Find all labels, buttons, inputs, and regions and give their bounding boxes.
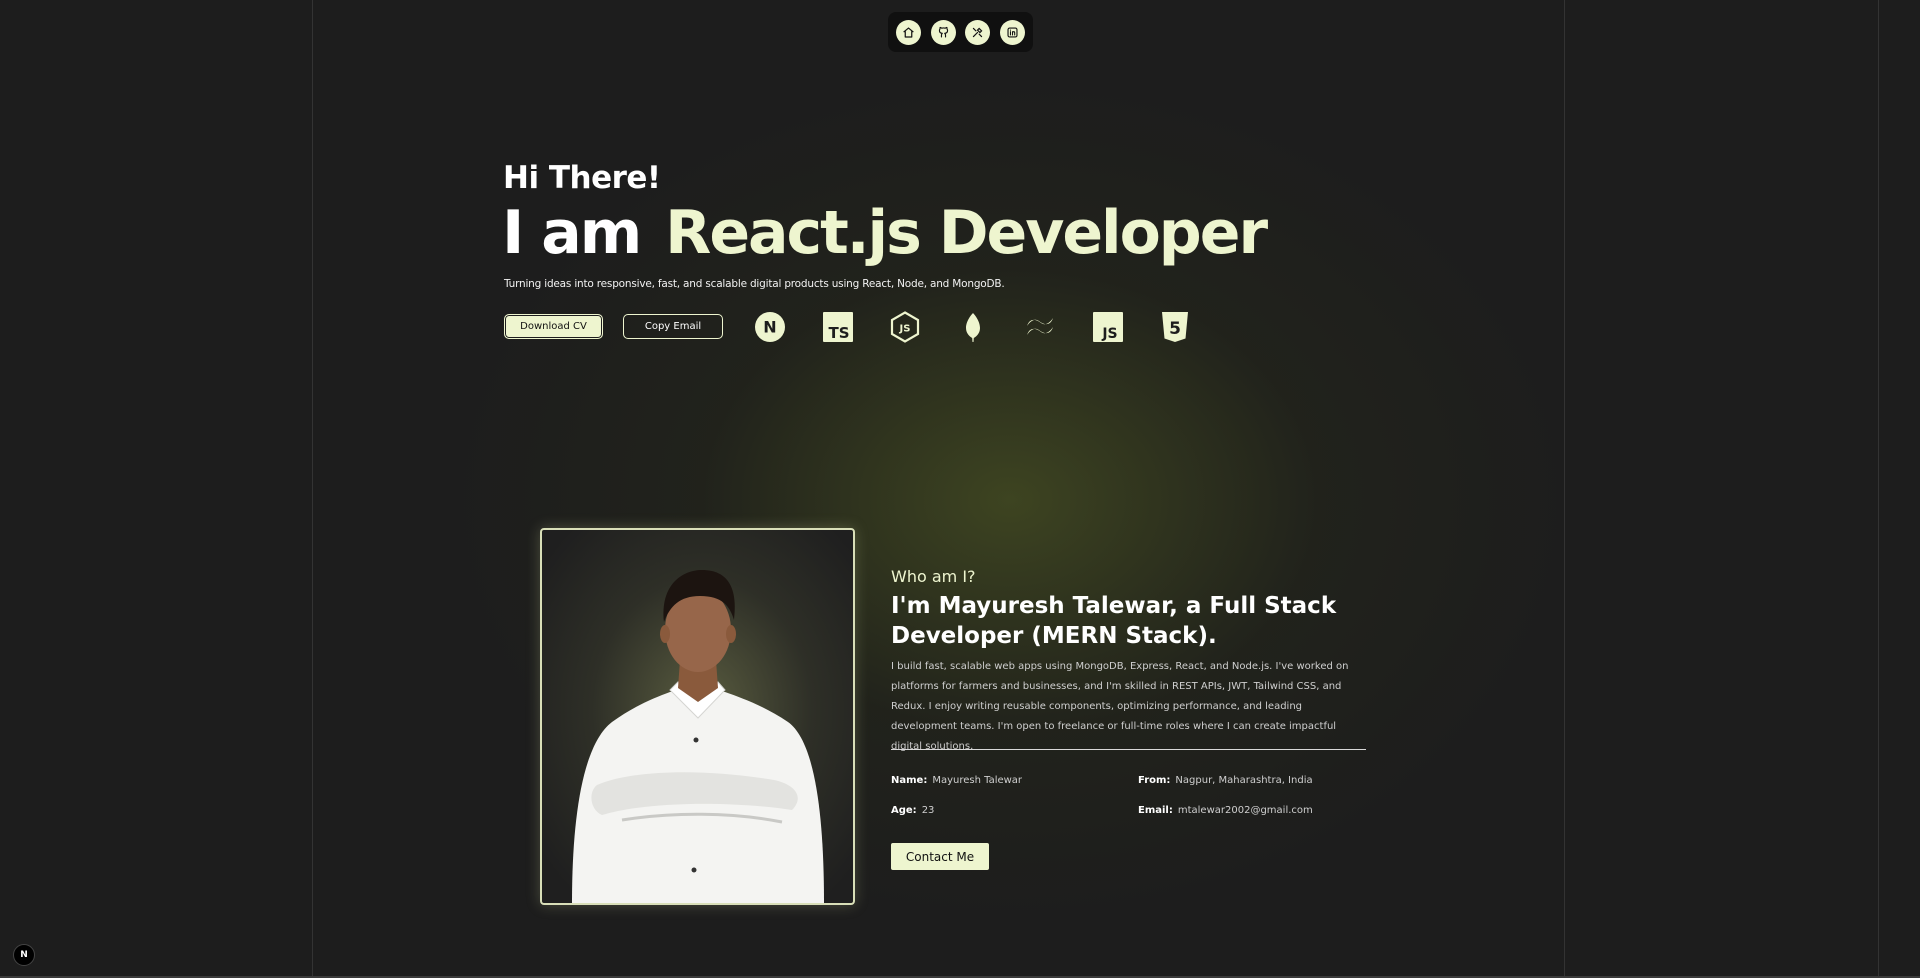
javascript-icon: JS <box>1092 311 1124 343</box>
info-age-value: 23 <box>921 805 935 816</box>
home-icon[interactable] <box>896 19 921 45</box>
hero-iam: I am <box>502 198 642 268</box>
about-title: I'm Mayuresh Talewar, a Full Stack Devel… <box>891 593 1337 649</box>
grid-line-right <box>1564 0 1565 978</box>
hero-headline: I am React.js Developer <box>502 198 1268 268</box>
info-age: Age: 23 <box>891 805 934 816</box>
nextjs-icon: N <box>754 311 786 343</box>
info-name-label: Name: <box>891 775 928 786</box>
info-email-value[interactable]: mtalewar2002@gmail.com <box>1178 805 1313 816</box>
tools-icon[interactable] <box>965 19 991 45</box>
info-from-label: From: <box>1138 775 1171 786</box>
info-age-label: Age: <box>891 805 917 816</box>
nextjs-dev-badge[interactable]: N <box>13 944 35 966</box>
profile-photo <box>540 528 855 905</box>
info-name: Name: Mayuresh Talewar <box>891 775 1022 786</box>
grid-line-left <box>312 0 313 978</box>
info-from-value: Nagpur, Maharashtra, India <box>1175 775 1313 786</box>
svg-text:5: 5 <box>1169 319 1181 339</box>
info-email: Email: mtalewar2002@gmail.com <box>1138 805 1313 816</box>
github-icon[interactable] <box>930 19 956 45</box>
background-glow <box>0 0 1920 978</box>
person-illustration <box>572 570 824 903</box>
floating-navbar <box>888 12 1033 52</box>
about-divider <box>891 749 1366 750</box>
download-cv-button[interactable]: Download CV <box>504 314 603 339</box>
svg-text:TS: TS <box>828 324 849 342</box>
grid-line-far-right <box>1878 0 1879 978</box>
typescript-icon: TS <box>822 311 854 343</box>
hero-greeting: Hi There! <box>503 160 661 196</box>
about-who-label: Who am I? <box>891 567 976 586</box>
contact-me-button[interactable]: Contact Me <box>891 843 989 870</box>
tailwind-icon <box>1024 311 1056 343</box>
html5-icon: 5 <box>1159 311 1191 343</box>
nodejs-icon: JS <box>889 311 921 343</box>
hero-role: React.js Developer <box>665 198 1268 268</box>
linkedin-icon[interactable] <box>999 19 1025 45</box>
svg-text:JS: JS <box>1101 326 1117 342</box>
svg-text:JS: JS <box>899 324 911 335</box>
about-description: I build fast, scalable web apps using Mo… <box>891 661 1349 752</box>
info-name-value: Mayuresh Talewar <box>932 775 1023 786</box>
info-email-label: Email: <box>1138 805 1173 816</box>
mongodb-icon <box>957 311 989 343</box>
svg-text:N: N <box>763 318 776 337</box>
info-from: From: Nagpur, Maharashtra, India <box>1138 775 1313 786</box>
hero-tagline: Turning ideas into responsive, fast, and… <box>504 278 1005 290</box>
copy-email-button[interactable]: Copy Email <box>623 314 723 339</box>
